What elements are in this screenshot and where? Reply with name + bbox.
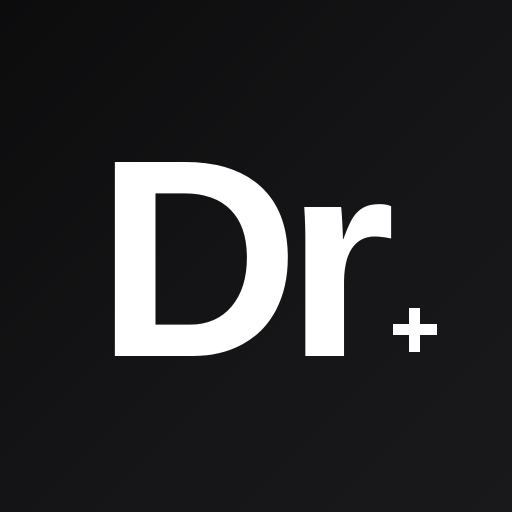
plus-icon-vertical-bar [409, 308, 420, 352]
logo-text: Dr [96, 101, 395, 416]
plus-icon [393, 308, 437, 352]
app-icon: Dr [0, 0, 512, 512]
